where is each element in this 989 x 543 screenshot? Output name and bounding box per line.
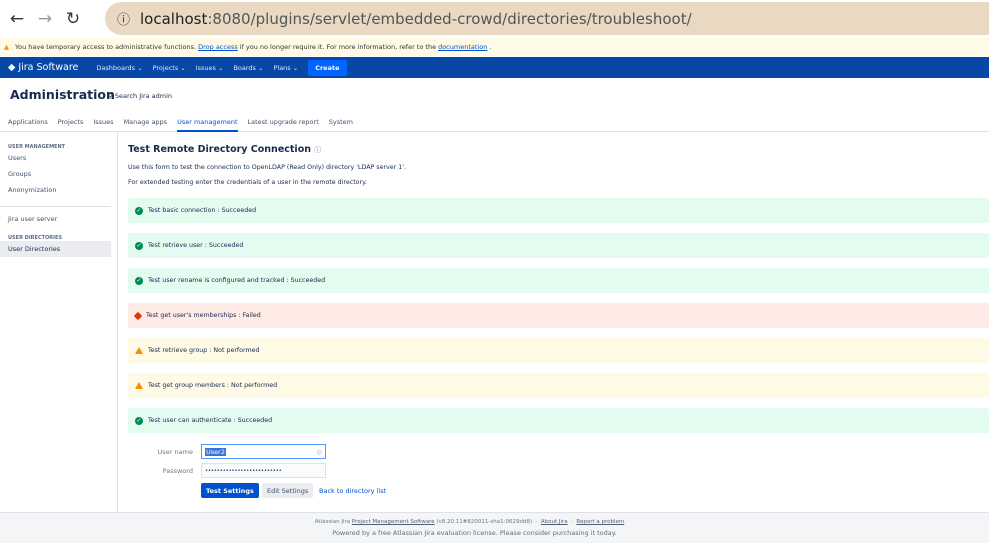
reload-icon[interactable]: ↻ (62, 9, 84, 29)
sidebar-item-user-directories[interactable]: User Directories (0, 241, 111, 257)
nav-dashboards[interactable]: Dashboards ⌄ (96, 64, 142, 72)
warning-icon (135, 382, 143, 389)
tab-user-management[interactable]: User management (177, 118, 238, 132)
sidebar: USER MANAGEMENT Users Groups Anonymizati… (0, 132, 118, 512)
nav-label: Plans (273, 63, 291, 72)
sidebar-item-jira-user-server[interactable]: Jira user server (0, 211, 117, 227)
nav-boards[interactable]: Boards ⌄ (233, 64, 263, 72)
nav-label: Issues (195, 63, 216, 72)
check-circle-icon: ✓ (135, 206, 143, 215)
banner-text-2: if you no longer require it. For more in… (239, 43, 437, 51)
username-label: User name (157, 448, 193, 456)
back-icon[interactable]: ← (6, 9, 28, 29)
description: Use this form to test the connection to … (128, 164, 406, 171)
nav-projects[interactable]: Projects ⌄ (153, 64, 186, 72)
tab-system[interactable]: System (329, 118, 353, 132)
check-circle-icon: ✓ (135, 276, 143, 285)
top-navigation: ◆ Jira Software Dashboards ⌄ Projects ⌄ … (0, 57, 989, 78)
nav-label: Boards (233, 63, 256, 72)
result-text: Test get user's memberships : Failed (146, 312, 261, 319)
title-text: Test Remote Directory Connection (128, 144, 311, 155)
result-text: Test basic connection : Succeeded (148, 207, 257, 214)
password-value: •••••••••••••••••••••••••• (205, 467, 282, 474)
test-result-ok: ✓ Test retrieve user : Succeeded (128, 233, 989, 258)
section-title: Test Remote Directory Connection ⓘ (128, 144, 321, 155)
check-circle-icon: ✓ (135, 241, 143, 250)
banner-text: You have temporary access to administrat… (15, 43, 197, 51)
test-result-warn: Test retrieve group : Not performed (128, 338, 989, 363)
nav-label: Dashboards (96, 63, 136, 72)
back-to-directory-list-link[interactable]: Back to directory list (314, 483, 391, 498)
tab-applications[interactable]: Applications (8, 118, 48, 132)
tab-manage-apps[interactable]: Manage apps (124, 118, 168, 132)
search-icon: ⚲ (108, 92, 113, 100)
jira-logo[interactable]: ◆ Jira Software (8, 62, 78, 73)
autofill-icon[interactable]: ◎ (316, 448, 322, 456)
result-text: Test retrieve user : Succeeded (148, 242, 244, 249)
result-text: Test user rename is configured and track… (148, 277, 326, 284)
admin-tabs: Applications Projects Issues Manage apps… (0, 118, 989, 132)
username-input[interactable]: User2 ◎ (201, 444, 326, 459)
banner-end: . (489, 43, 492, 51)
test-result-warn: Test get group members : Not performed (128, 373, 989, 398)
admin-search[interactable]: ⚲ Search Jira admin (108, 92, 172, 100)
password-label: Password (162, 467, 193, 475)
search-label: Search Jira admin (114, 92, 173, 100)
result-text: Test user can authenticate : Succeeded (148, 417, 273, 424)
forward-icon[interactable]: → (34, 9, 56, 29)
create-button[interactable]: Create (308, 59, 347, 76)
tab-issues[interactable]: Issues (93, 118, 113, 132)
nav-issues[interactable]: Issues ⌄ (196, 64, 224, 72)
check-circle-icon: ✓ (135, 416, 143, 425)
result-text: Test retrieve group : Not performed (148, 347, 260, 354)
test-result-ok: ✓ Test user can authenticate : Succeeded (128, 408, 989, 433)
result-text: Test get group members : Not performed (148, 382, 278, 389)
password-input[interactable]: •••••••••••••••••••••••••• (201, 463, 326, 478)
footer-text: Atlassian Jira (314, 519, 351, 525)
test-result-ok: ✓ Test basic connection : Succeeded (128, 198, 989, 223)
username-value: User2 (205, 447, 226, 456)
report-problem-link[interactable]: Report a problem (576, 519, 624, 525)
help-icon[interactable]: ⓘ (314, 146, 321, 154)
url-path: :8080/plugins/servlet/embedded-crowd/dir… (207, 9, 692, 28)
nav-label: Projects (152, 63, 179, 72)
sidebar-item-users[interactable]: Users (0, 150, 117, 166)
edit-settings-button[interactable]: Edit Settings (262, 483, 314, 498)
logo-text: Jira Software (18, 62, 79, 73)
project-management-link[interactable]: Project Management Software (352, 519, 435, 525)
test-settings-button[interactable]: Test Settings (201, 483, 259, 498)
warning-icon (135, 347, 143, 354)
error-icon (133, 311, 143, 320)
nav-plans[interactable]: Plans ⌄ (273, 64, 298, 72)
admin-access-banner: ▲ You have temporary access to administr… (0, 38, 989, 56)
address-bar[interactable]: ⓘ localhost:8080/plugins/servlet/embedde… (105, 2, 989, 35)
browser-toolbar: ← → ↻ ⓘ localhost:8080/plugins/servlet/e… (0, 0, 989, 37)
documentation-link[interactable]: documentation (438, 43, 487, 51)
tab-projects[interactable]: Projects (58, 118, 84, 132)
license-text: Powered by a free Atlassian Jira evaluat… (332, 529, 617, 537)
description: For extended testing enter the credentia… (128, 179, 367, 186)
footer: Atlassian Jira Project Management Softwa… (0, 512, 989, 543)
about-jira-link[interactable]: About Jira (541, 519, 568, 525)
version-text: (v8.20.11#820011-sha1:0629dd8) (436, 519, 533, 525)
url-host: localhost (140, 9, 208, 28)
sidebar-item-groups[interactable]: Groups (0, 166, 117, 182)
tab-upgrade-report[interactable]: Latest upgrade report (248, 118, 319, 132)
drop-access-link[interactable]: Drop access (198, 43, 238, 51)
divider (0, 206, 111, 207)
warning-icon: ▲ (4, 43, 9, 51)
page-title: Administration (10, 87, 115, 102)
sidebar-item-anonymization[interactable]: Anonymization (0, 182, 117, 198)
site-info-icon[interactable]: ⓘ (117, 9, 130, 28)
test-result-ok: ✓ Test user rename is configured and trac… (128, 268, 989, 293)
test-result-fail: Test get user's memberships : Failed (128, 303, 989, 328)
